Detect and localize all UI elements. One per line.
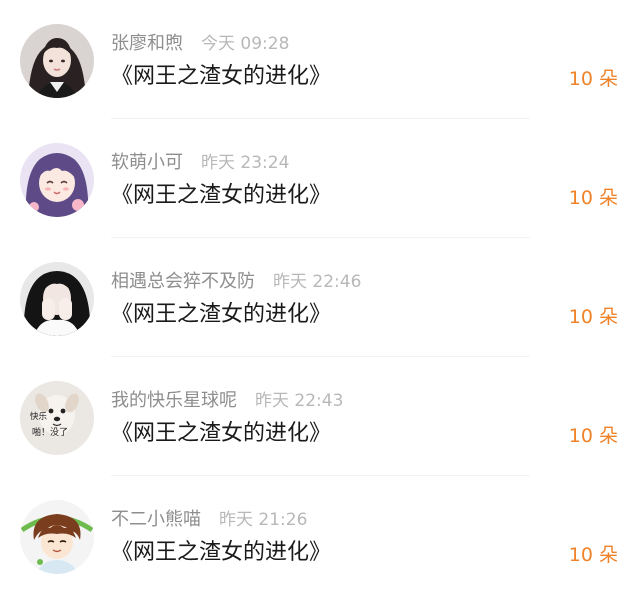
user-name[interactable]: 不二小熊喵: [111, 509, 201, 530]
meme-text: 啪！没了: [32, 426, 68, 438]
comment-time: 昨天 21:26: [219, 510, 308, 530]
avatar-anime-boy-brown-hair-icon[interactable]: [20, 500, 94, 574]
book-title[interactable]: 《网王之渣女的进化》: [111, 539, 331, 567]
comment-meta: 软萌小可 昨天 23:24: [111, 151, 289, 175]
user-name[interactable]: 软萌小可: [111, 152, 183, 173]
comment-row[interactable]: 软萌小可 昨天 23:24 《网王之渣女的进化》 10 朵: [0, 119, 640, 238]
avatar-dog-meme-icon[interactable]: 快乐 啪！没了: [20, 381, 94, 455]
comment-row[interactable]: 张廖和煦 今天 09:28 《网王之渣女的进化》 10 朵: [0, 0, 640, 119]
avatar-anime-girl-purple-hair-icon[interactable]: [20, 143, 94, 217]
avatar-girl-covering-face-icon[interactable]: [20, 262, 94, 336]
comment-time: 昨天 23:24: [201, 153, 290, 173]
user-name[interactable]: 张廖和煦: [111, 33, 183, 54]
gift-count: 10 朵: [568, 187, 618, 209]
gift-count: 10 朵: [568, 544, 618, 566]
gift-count: 10 朵: [568, 425, 618, 447]
book-title[interactable]: 《网王之渣女的进化》: [111, 301, 331, 329]
user-name[interactable]: 相遇总会猝不及防: [111, 271, 255, 292]
meme-text: 快乐: [30, 411, 48, 422]
avatar-girl-dark-hair-icon[interactable]: [20, 24, 94, 98]
comment-meta: 我的快乐星球呢 昨天 22:43: [111, 389, 343, 413]
comment-time: 今天 09:28: [201, 34, 290, 54]
comment-meta: 张廖和煦 今天 09:28: [111, 32, 289, 56]
book-title[interactable]: 《网王之渣女的进化》: [111, 182, 331, 210]
gift-count: 10 朵: [568, 68, 618, 90]
comment-row[interactable]: 快乐 啪！没了 我的快乐星球呢 昨天 22:43 《网王之渣女的进化》 10 朵: [0, 357, 640, 476]
book-title[interactable]: 《网王之渣女的进化》: [111, 420, 331, 448]
comment-meta: 相遇总会猝不及防 昨天 22:46: [111, 270, 361, 294]
comment-row[interactable]: 不二小熊喵 昨天 21:26 《网王之渣女的进化》 10 朵: [0, 476, 640, 595]
comment-list: 张廖和煦今天 09:28 《网王之渣女的进化》 10 朵 软萌小可昨天 23: [0, 0, 640, 598]
book-title[interactable]: 《网王之渣女的进化》: [111, 63, 331, 91]
comment-row[interactable]: 相遇总会猝不及防 昨天 22:46 《网王之渣女的进化》 10 朵: [0, 238, 640, 357]
comment-time: 昨天 22:46: [273, 272, 362, 292]
comment-meta: 不二小熊喵 昨天 21:26: [111, 508, 307, 532]
gift-count: 10 朵: [568, 306, 618, 328]
user-name[interactable]: 我的快乐星球呢: [111, 390, 237, 411]
comment-time: 昨天 22:43: [255, 391, 344, 411]
